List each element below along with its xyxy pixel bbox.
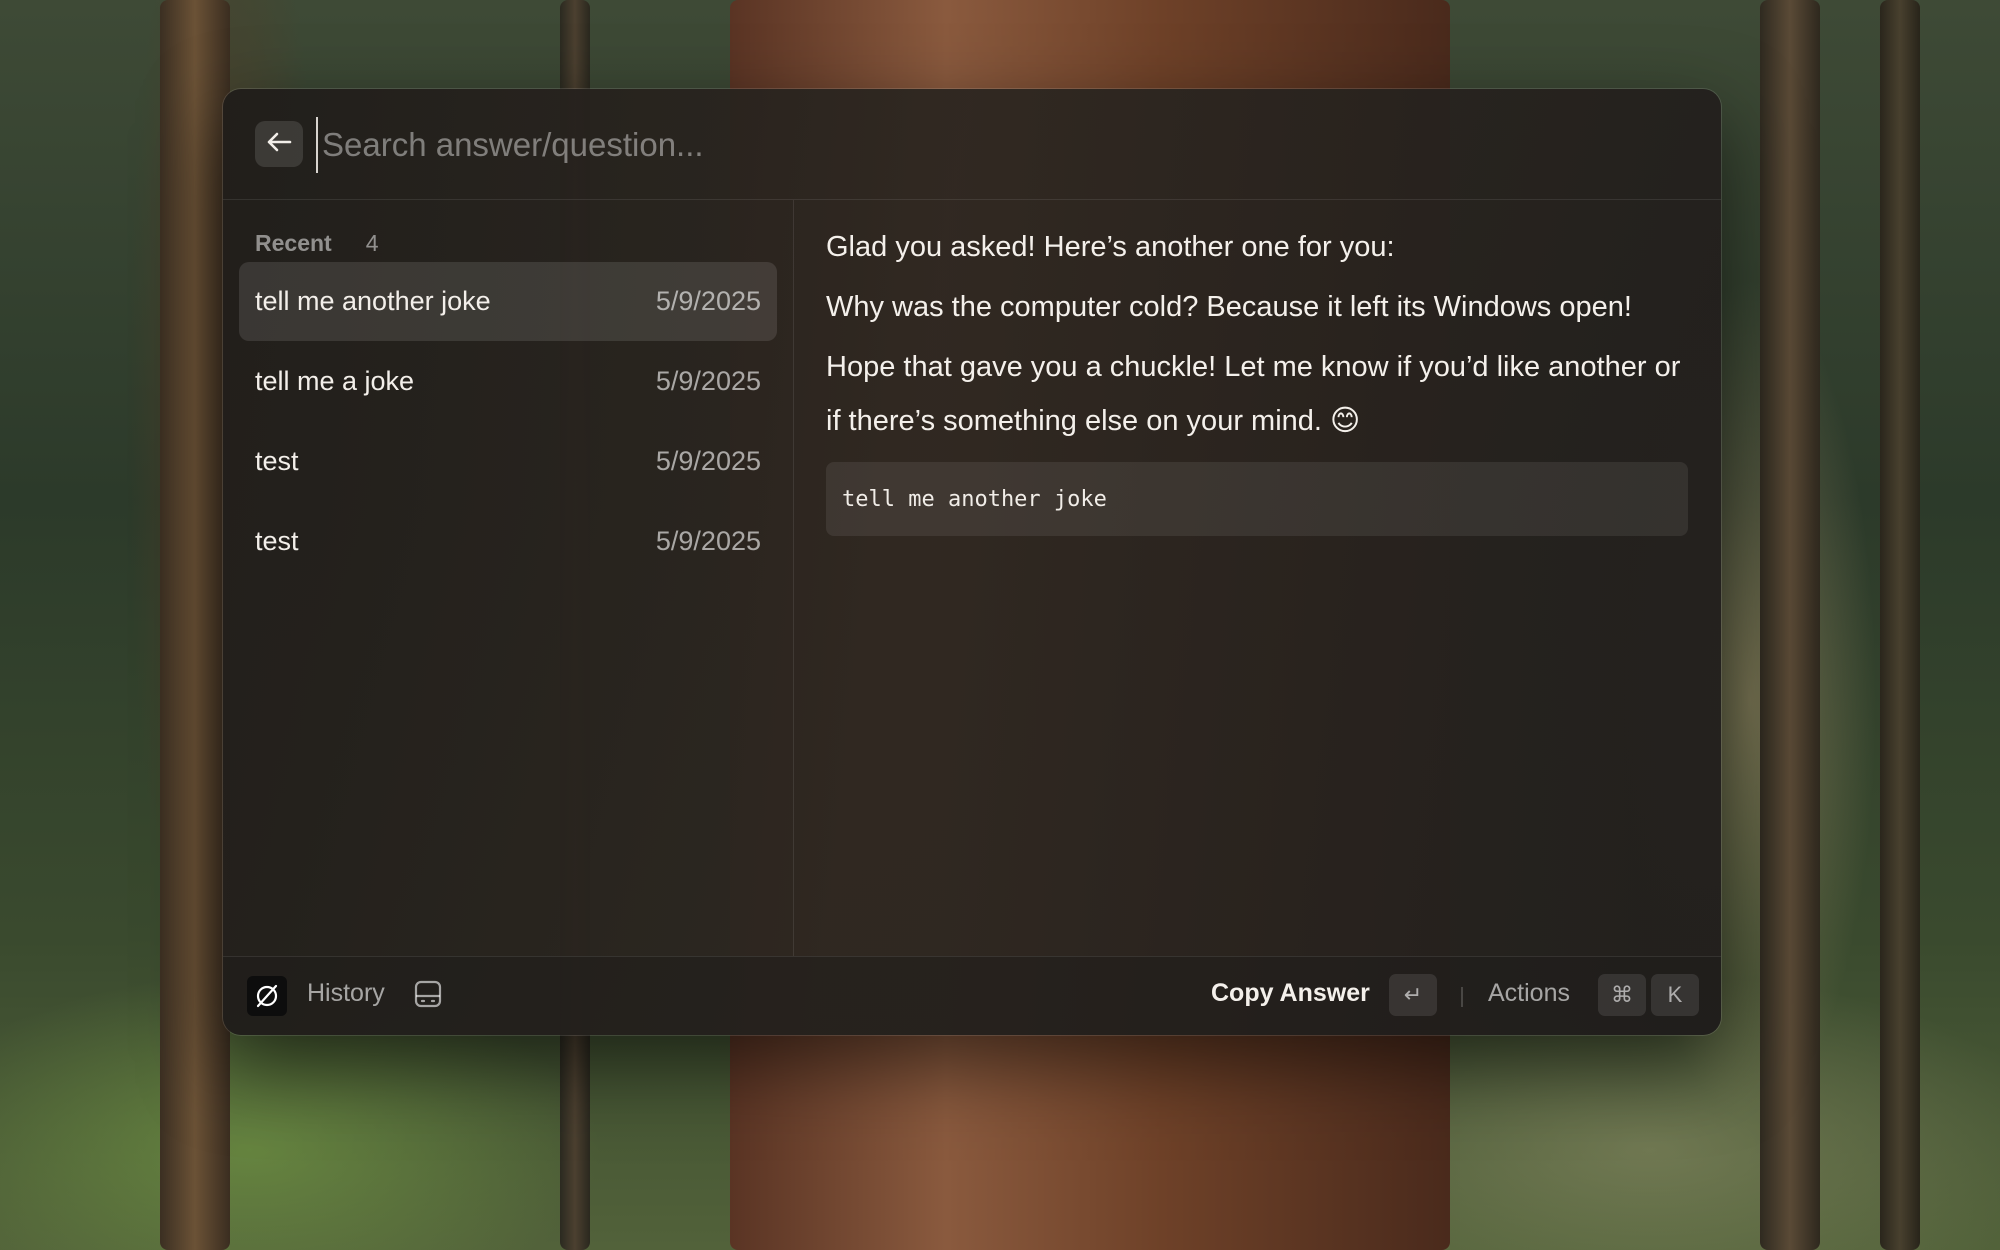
- search-bar: [223, 89, 1721, 200]
- tree-trunk: [160, 0, 230, 1250]
- action-separator: [1461, 987, 1463, 1007]
- history-item-label: tell me another joke: [255, 286, 491, 316]
- copy-answer-button[interactable]: Copy Answer: [1211, 979, 1370, 1008]
- app-logo-icon: [247, 976, 287, 1016]
- tree-trunk: [1880, 0, 1920, 1250]
- history-item-date: 5/9/2025: [655, 286, 761, 316]
- answer-paragraph: Glad you asked! Here’s another one for y…: [826, 231, 1395, 263]
- search-input[interactable]: [316, 117, 1684, 173]
- history-item-date: 5/9/2025: [655, 446, 761, 476]
- tree-trunk: [1760, 0, 1820, 1250]
- action-bar: History Copy Answer ↵ Actions ⌘ K: [223, 956, 1721, 1035]
- actions-button[interactable]: Actions: [1488, 979, 1570, 1008]
- question-block: tell me another joke: [826, 462, 1688, 536]
- arrow-left-icon: [266, 131, 292, 158]
- sidebar-toggle-icon: [413, 979, 443, 1014]
- k-key-hint: K: [1651, 974, 1699, 1016]
- section-count: 4: [365, 230, 379, 256]
- back-button[interactable]: [255, 121, 303, 167]
- enter-key-hint: ↵: [1389, 974, 1437, 1016]
- answer-detail-panel: Glad you asked! Here’s another one for y…: [826, 200, 1688, 956]
- command-key-hint: ⌘: [1598, 974, 1646, 1016]
- history-item-date: 5/9/2025: [655, 366, 761, 396]
- answer-paragraph: Hope that gave you a chuckle! Let me kno…: [826, 351, 1681, 437]
- history-item-label: test: [255, 446, 299, 476]
- history-item-test[interactable]: test 5/9/2025: [239, 422, 777, 501]
- answer-paragraph: Why was the computer cold? Because it le…: [826, 291, 1632, 323]
- history-item-test[interactable]: test 5/9/2025: [239, 502, 777, 581]
- history-list-panel: Recent 4 tell me another joke 5/9/2025 t…: [223, 200, 794, 956]
- history-window: Recent 4 tell me another joke 5/9/2025 t…: [223, 89, 1721, 1035]
- history-item-date: 5/9/2025: [655, 526, 761, 556]
- footer-title: History: [307, 979, 385, 1007]
- question-text: tell me another joke: [842, 486, 1107, 512]
- section-header: Recent 4: [255, 230, 379, 257]
- history-item-label: test: [255, 526, 299, 556]
- sidebar-toggle-button[interactable]: [409, 977, 447, 1015]
- history-item-tell-me-a-joke[interactable]: tell me a joke 5/9/2025: [239, 342, 777, 421]
- history-item-label: tell me a joke: [255, 366, 415, 396]
- history-item-tell-me-another-joke[interactable]: tell me another joke 5/9/2025: [239, 262, 777, 341]
- section-title: Recent: [255, 230, 332, 256]
